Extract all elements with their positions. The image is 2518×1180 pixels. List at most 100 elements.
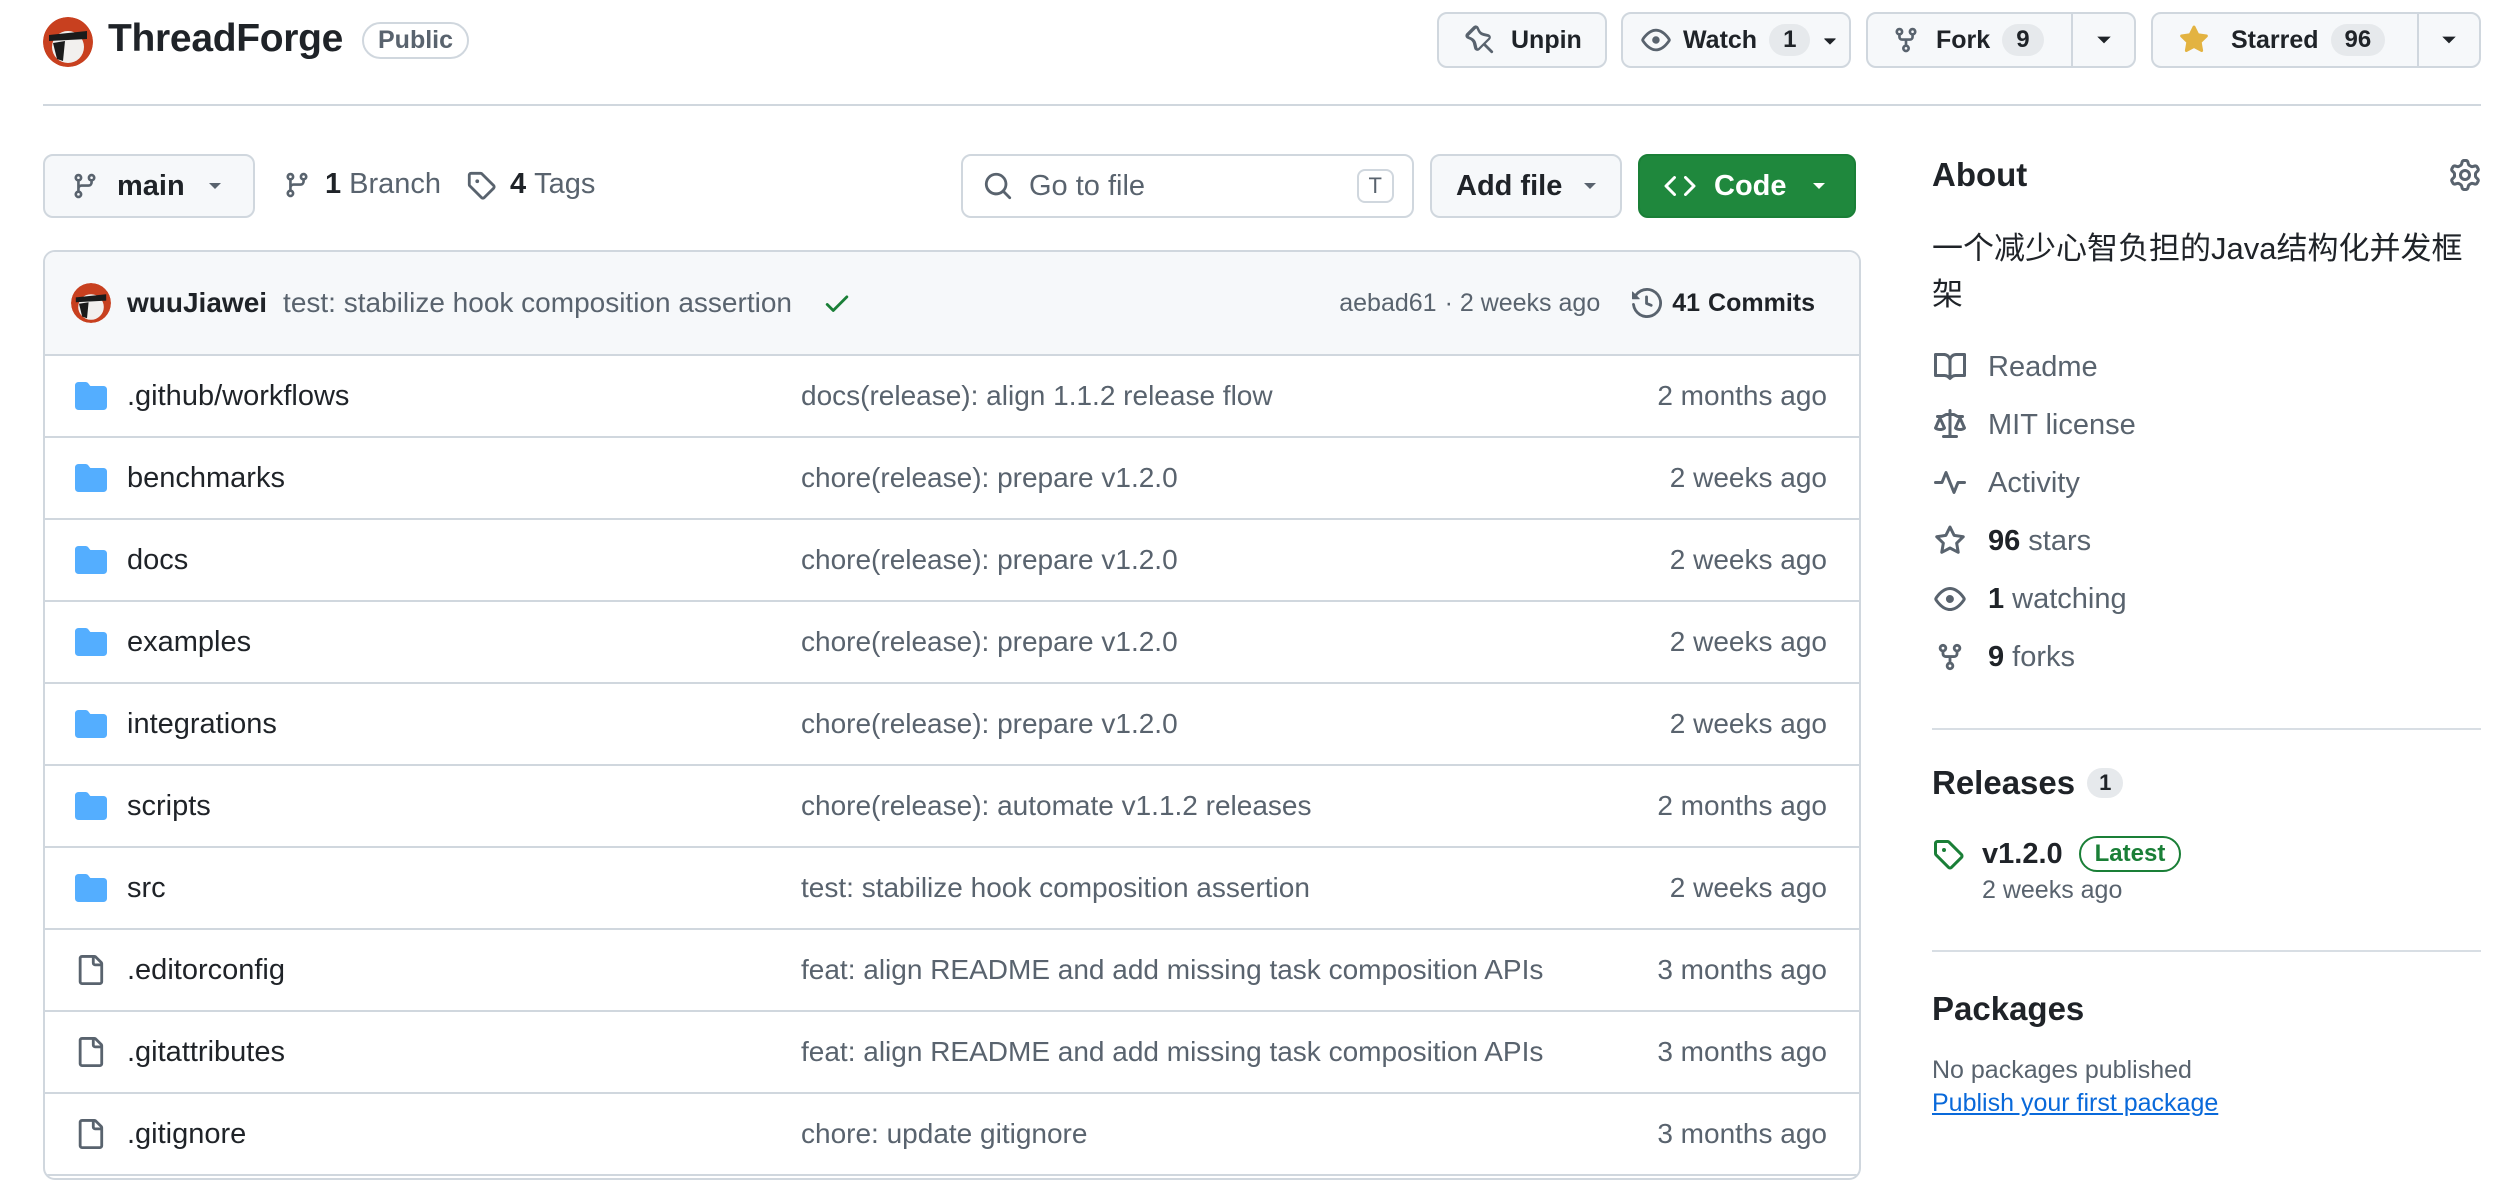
watch-button-group: Watch 1	[1621, 12, 1851, 68]
search-placeholder: Go to file	[1029, 169, 1146, 202]
file-commit-message[interactable]: test: stabilize hook composition asserti…	[801, 872, 1310, 904]
releases-section: Releases 1 v1.2.0 Latest 2 weeks ago	[1932, 764, 2481, 905]
file-commit-date: 2 weeks ago	[1669, 708, 1827, 739]
code-button[interactable]: Code	[1638, 154, 1856, 218]
file-commit-message[interactable]: chore(release): prepare v1.2.0	[801, 462, 1178, 494]
file-commit-date: 2 weeks ago	[1669, 544, 1827, 575]
file-commit-message[interactable]: chore(release): prepare v1.2.0	[801, 708, 1178, 740]
gear-icon[interactable]	[2449, 159, 2481, 191]
watch-dropdown[interactable]	[1810, 14, 1849, 66]
folder-icon	[75, 546, 107, 574]
file-name-link[interactable]: benchmarks	[127, 462, 285, 495]
code-label: Code	[1714, 169, 1787, 202]
folder-icon	[75, 710, 107, 738]
search-icon	[983, 171, 1013, 201]
file-name-link[interactable]: .gitignore	[127, 1118, 246, 1151]
pin-icon	[1465, 25, 1495, 55]
add-file-label: Add file	[1456, 169, 1563, 202]
file-commit-message[interactable]: feat: align README and add missing task …	[801, 1036, 1543, 1068]
file-commit-date: 2 weeks ago	[1669, 462, 1827, 493]
file-name-link[interactable]: docs	[127, 544, 188, 577]
triangle-down-icon	[1821, 31, 1839, 49]
file-commit-date: 3 months ago	[1657, 1118, 1827, 1149]
file-row: .gitignore chore: update gitignore 3 month…	[45, 1094, 1859, 1176]
eye-icon	[1641, 25, 1671, 55]
fork-count: 9	[2002, 24, 2044, 56]
releases-count: 1	[2087, 768, 2124, 798]
commit-sha[interactable]: aebad61	[1339, 289, 1436, 318]
file-commit-date: 2 months ago	[1657, 790, 1827, 821]
file-row: scripts chore(release): automate v1.1.2 r…	[45, 766, 1859, 848]
file-commit-message[interactable]: chore: update gitignore	[801, 1118, 1087, 1150]
file-row: benchmarks chore(release): prepare v1.2.0…	[45, 438, 1859, 520]
repo-description: 一个减少心智负担的Java结构化并发框架	[1932, 231, 2463, 312]
fork-button[interactable]: Fork 9	[1868, 14, 2071, 66]
license-link[interactable]: MIT license	[1932, 396, 2481, 454]
tags-link[interactable]: 4 Tags	[466, 168, 595, 201]
law-icon	[1932, 409, 1968, 441]
file-commit-message[interactable]: feat: align README and add missing task …	[801, 954, 1543, 986]
commits-history-link[interactable]: 41 Commits	[1632, 288, 1815, 318]
branches-link[interactable]: 1 Branch	[283, 168, 441, 201]
unpin-button[interactable]: Unpin	[1437, 12, 1607, 68]
author-avatar[interactable]	[71, 283, 111, 323]
star-dropdown[interactable]	[2417, 14, 2479, 66]
repo-owner-avatar[interactable]	[43, 17, 93, 67]
add-file-button[interactable]: Add file	[1430, 154, 1622, 218]
check-icon[interactable]	[822, 288, 852, 318]
watch-count: 1	[1769, 24, 1811, 56]
file-row: .github/workflows docs(release): align 1.…	[45, 356, 1859, 438]
file-commit-date: 3 months ago	[1657, 954, 1827, 985]
star-icon	[1932, 525, 1968, 557]
repo-name-link[interactable]: ThreadForge	[108, 17, 343, 61]
forks-link[interactable]: 9 forks	[1932, 628, 2481, 686]
watchers-link[interactable]: 1 watching	[1932, 570, 2481, 628]
stars-link[interactable]: 96 stars	[1932, 512, 2481, 570]
history-icon	[1632, 288, 1663, 318]
file-name-link[interactable]: .editorconfig	[127, 954, 285, 987]
file-name-link[interactable]: src	[127, 872, 166, 905]
branch-select-button[interactable]: main	[43, 154, 255, 218]
file-name-link[interactable]: .gitattributes	[127, 1036, 285, 1069]
file-commit-message[interactable]: docs(release): align 1.1.2 release flow	[801, 380, 1273, 412]
stars-label: stars	[2028, 524, 2092, 557]
file-commit-message[interactable]: chore(release): prepare v1.2.0	[801, 626, 1178, 658]
readme-label: Readme	[1988, 350, 2098, 383]
commit-author[interactable]: wuuJiawei	[127, 287, 267, 319]
stars-count: 96	[1988, 524, 2021, 557]
release-tag[interactable]: v1.2.0	[1982, 838, 2063, 871]
star-fill-icon	[2179, 25, 2209, 55]
fork-dropdown[interactable]	[2071, 14, 2134, 66]
git-branch-icon	[283, 171, 311, 199]
publish-package-link[interactable]: Publish your first package	[1932, 1089, 2481, 1118]
file-icon	[75, 954, 105, 986]
file-name-link[interactable]: scripts	[127, 790, 211, 823]
latest-release[interactable]: v1.2.0 Latest	[1932, 836, 2481, 872]
folder-icon	[75, 464, 107, 492]
tags-count: 4	[510, 168, 527, 200]
unpin-label: Unpin	[1511, 25, 1582, 54]
file-name-link[interactable]: examples	[127, 626, 251, 659]
unstar-button[interactable]: Starred 96	[2153, 14, 2417, 66]
folder-icon	[75, 382, 107, 410]
file-table: wuuJiawei test: stabilize hook compositi…	[43, 250, 1861, 1180]
readme-link[interactable]: Readme	[1932, 338, 2481, 396]
tag-icon	[466, 170, 496, 200]
commit-message[interactable]: test: stabilize hook composition asserti…	[283, 287, 792, 319]
packages-heading[interactable]: Packages	[1932, 990, 2481, 1028]
releases-heading[interactable]: Releases	[1932, 764, 2075, 802]
file-commit-date: 2 months ago	[1657, 380, 1827, 411]
file-list: .github/workflows docs(release): align 1.…	[45, 356, 1859, 1176]
folder-icon	[75, 792, 107, 820]
file-commit-message[interactable]: chore(release): automate v1.1.2 releases	[801, 790, 1312, 822]
go-to-file-search[interactable]: Go to file T	[961, 154, 1414, 218]
activity-link[interactable]: Activity	[1932, 454, 2481, 512]
file-name-link[interactable]: .github/workflows	[127, 380, 349, 413]
file-commit-date: 3 months ago	[1657, 1036, 1827, 1067]
code-icon	[1664, 170, 1696, 202]
packages-section: Packages No packages published Publish y…	[1932, 990, 2481, 1118]
file-commit-message[interactable]: chore(release): prepare v1.2.0	[801, 544, 1178, 576]
watching-count: 1	[1988, 582, 2005, 615]
watch-button[interactable]: Watch 1	[1623, 14, 1811, 66]
file-name-link[interactable]: integrations	[127, 708, 277, 741]
